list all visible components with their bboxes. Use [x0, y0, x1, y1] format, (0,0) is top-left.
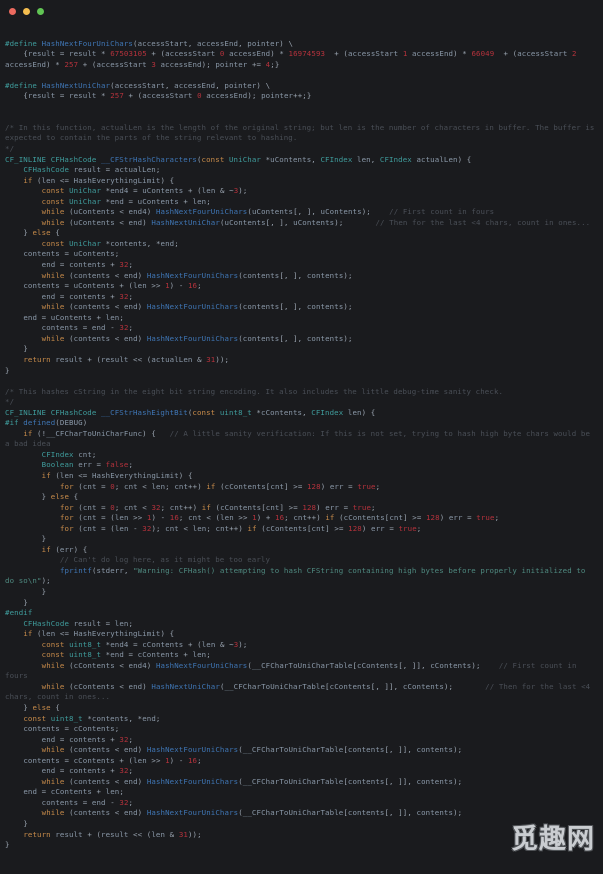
code-line: for (cnt = (len - 32); cnt < len; cnt++)… — [59, 523, 422, 533]
code-line: #define HashNextFourUniChars(accessStart… — [5, 38, 294, 48]
code-line: contents = cContents + (len >> 1) - 16; — [23, 755, 202, 765]
code-line: } else { — [23, 228, 60, 238]
code-line: const uint8_t *end = cContents + len; — [41, 650, 211, 660]
code-line: if (!__CFCharToUniCharFunc) { // A littl… — [5, 428, 595, 449]
code-line: } else { — [41, 492, 79, 502]
code-line: while (contents < end) HashNextFourUniCh… — [41, 745, 463, 755]
code-line: contents = uContents; — [23, 249, 120, 259]
code-line: CFHashCode result = actualLen; — [23, 165, 161, 175]
code-line: end = contents + 32; — [41, 766, 134, 776]
code-line: /* This hashes cString in the eight bit … — [5, 386, 504, 396]
code-line: end = cContents + len; — [23, 787, 124, 797]
code-line: if (err) { — [41, 544, 88, 554]
close-button[interactable] — [9, 7, 16, 15]
code-window: #define HashNextFourUniChars(accessStart… — [0, 0, 603, 874]
code-line: } — [23, 819, 28, 829]
code-line: } — [41, 534, 47, 544]
code-line: while (uContents < end4) HashNextFourUni… — [41, 207, 495, 217]
code-line: if (len <= HashEverythingLimit) { — [41, 470, 193, 480]
code-line: const UniChar *end4 = uContents + (len &… — [41, 186, 248, 196]
code-line: // Can't do log here, as it might be too… — [5, 555, 271, 565]
code-line: } — [23, 597, 28, 607]
code-line: const UniChar *end = uContents + len; — [41, 196, 211, 206]
code-line: } — [5, 840, 10, 850]
code-line: const UniChar *contents, *end; — [41, 238, 179, 248]
code-line: while (uContents < end) HashNextUniChar(… — [41, 217, 591, 227]
code-line: } — [41, 586, 47, 596]
code-line: end = contents + 32; — [41, 260, 134, 270]
code-line: end = contents + 32; — [41, 291, 134, 301]
code-line: while (contents < end) HashNextFourUniCh… — [41, 302, 353, 312]
minimize-button[interactable] — [23, 7, 30, 15]
code-line: if (len <= HashEverythingLimit) { — [23, 629, 175, 639]
code-line: #if defined(DEBUG) — [5, 418, 88, 428]
code-line: while (contents < end) HashNextFourUniCh… — [41, 270, 353, 280]
code-line: end = uContents + len; — [23, 312, 124, 322]
code-line: const uint8_t *end4 = cContents + (len &… — [41, 639, 248, 649]
code-line: CF_INLINE CFHashCode __CFStrHashCharacte… — [5, 154, 472, 164]
code-line: for (cnt = (len >> 1) - 16; cnt < (len >… — [59, 513, 500, 523]
code-line: const uint8_t *contents, *end; — [23, 713, 161, 723]
code-line: for (cnt = 0; cnt < len; cnt++) if (cCon… — [59, 481, 381, 491]
code-line: while (cContents < end4) HashNextFourUni… — [5, 660, 582, 681]
code-line: for (cnt = 0; cnt < 32; cnt++) if (cCont… — [59, 502, 376, 512]
code-line: while (cContents < end) HashNextUniChar(… — [5, 681, 595, 702]
code-line: {result = result * 257 + (accessStart 0 … — [23, 91, 312, 101]
code-line: } — [23, 344, 28, 354]
code-line: while (contents < end) HashNextFourUniCh… — [41, 333, 353, 343]
code-line: contents = end - 32; — [41, 797, 134, 807]
code-line: return result + (result << (actualLen & … — [23, 354, 230, 364]
code-line: CFHashCode result = len; — [23, 618, 134, 628]
code-line: } — [5, 365, 10, 375]
code-block[interactable]: #define HashNextFourUniChars(accessStart… — [0, 22, 603, 851]
code-line: } else { — [23, 703, 60, 712]
code-line: Boolean err = false; — [41, 460, 134, 470]
maximize-button[interactable] — [37, 7, 44, 15]
code-line: CFIndex cnt; — [41, 449, 97, 459]
window-titlebar — [0, 0, 603, 22]
code-line: contents = uContents + (len >> 1) - 16; — [23, 281, 202, 291]
code-line: contents = end - 32; — [41, 323, 134, 333]
code-line: CF_INLINE CFHashCode __CFStrHashEightBit… — [5, 407, 376, 417]
code-line: contents = cContents; — [23, 724, 120, 734]
code-line: #endif — [5, 608, 33, 618]
code-line: while (contents < end) HashNextFourUniCh… — [41, 808, 463, 818]
code-line: */ — [5, 144, 15, 154]
code-line: #define HashNextUniChar(accessStart, acc… — [5, 80, 271, 90]
code-line: end = contents + 32; — [41, 734, 134, 744]
code-line: */ — [5, 397, 15, 407]
code-line: {result = result * 67503105 + (accessSta… — [5, 49, 577, 69]
code-line: return result + (result << (len & 31)); — [23, 829, 202, 839]
code-line: while (contents < end) HashNextFourUniCh… — [41, 776, 463, 786]
code-line: /* In this function, actualLen is the le… — [5, 122, 600, 143]
code-line: fprintf(stderr, "Warning: CFHash() attem… — [5, 565, 591, 586]
code-line: if (len <= HashEverythingLimit) { — [23, 175, 175, 185]
